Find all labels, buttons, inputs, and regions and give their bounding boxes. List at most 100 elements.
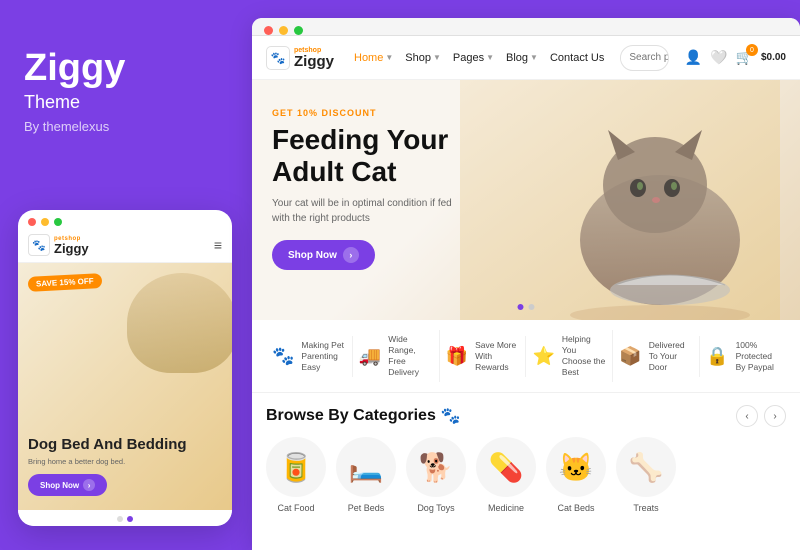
hero-dot-1[interactable] — [518, 304, 524, 310]
mobile-dot-yellow — [41, 218, 49, 226]
paw-icon: 🐾 — [272, 346, 294, 367]
category-label-dog-toys: Dog Toys — [417, 503, 454, 513]
arrow-icon: › — [83, 479, 95, 491]
hero-discount-tag: GET 10% DISCOUNT — [272, 108, 780, 118]
feature-text-6: 100% ProtectedBy Paypal — [736, 340, 780, 373]
brand-subtitle: Theme — [24, 92, 125, 113]
site-logo: 🐾 petshop Ziggy — [266, 46, 334, 70]
site-logo-name: Ziggy — [294, 54, 334, 69]
browse-title: Browse By Categories 🐾 — [266, 406, 461, 426]
nav-contact[interactable]: Contact Us — [550, 52, 604, 64]
category-circle-pet-beds: 🛏️ — [336, 437, 396, 497]
delivery-icon: 🚚 — [359, 346, 381, 367]
left-panel: Ziggy Theme By themelexus 🐾 petshop Zigg… — [0, 0, 248, 550]
category-medicine[interactable]: 💊 Medicine — [476, 437, 536, 513]
star-icon: ⭐ — [532, 346, 554, 367]
hamburger-icon[interactable]: ≡ — [214, 237, 222, 253]
cart-badge: 0 — [746, 44, 758, 56]
feature-best-choice: ⭐ Helping YouChoose the Best — [526, 330, 613, 382]
category-cat-food[interactable]: 🥫 Cat Food — [266, 437, 326, 513]
hero-desc: Your cat will be in optimal condition if… — [272, 196, 472, 226]
hero-shop-now-button[interactable]: Shop Now › — [272, 240, 375, 270]
mobile-logo-icon: 🐾 — [28, 234, 50, 256]
nav-icons: 👤 🤍 🛒 0 $0.00 — [685, 49, 786, 66]
nav-links: Home ▼ Shop ▼ Pages ▼ Blog ▼ Contact Us — [354, 52, 604, 64]
nav-search[interactable]: 🔍 — [620, 45, 668, 71]
category-label-treats: Treats — [633, 503, 658, 513]
browser-dot-green — [294, 26, 303, 35]
category-label-cat-food: Cat Food — [277, 503, 314, 513]
browse-nav: ‹ › — [736, 405, 786, 427]
mobile-hero-sub: Bring home a better dog bed. — [28, 457, 222, 466]
paw-decoration: 🐾 — [441, 406, 461, 426]
dog-image — [127, 273, 232, 373]
category-cat-beds[interactable]: 🐱 Cat Beds — [546, 437, 606, 513]
category-circle-medicine: 💊 — [476, 437, 536, 497]
browser-mockup: 🐾 petshop Ziggy Home ▼ Shop ▼ Pages ▼ Bl… — [252, 18, 800, 550]
site-navbar: 🐾 petshop Ziggy Home ▼ Shop ▼ Pages ▼ Bl… — [252, 36, 800, 80]
feature-paypal: 🔒 100% ProtectedBy Paypal — [700, 336, 786, 377]
hero-section: GET 10% DISCOUNT Feeding Your Adult Cat … — [252, 80, 800, 320]
site-logo-icon: 🐾 — [266, 46, 290, 70]
category-circle-cat-beds: 🐱 — [546, 437, 606, 497]
categories-row: 🥫 Cat Food 🛏️ Pet Beds 🐕 Dog Toys 💊 Medi… — [266, 437, 786, 513]
category-treats[interactable]: 🦴 Treats — [616, 437, 676, 513]
nav-shop[interactable]: Shop ▼ — [405, 52, 441, 64]
nav-pages[interactable]: Pages ▼ — [453, 52, 494, 64]
feature-text-3: Save MoreWith Rewards — [475, 340, 519, 373]
feature-text-1: Making PetParenting Easy — [301, 340, 345, 373]
brand-by: By themelexus — [24, 119, 125, 134]
box-icon: 📦 — [619, 346, 641, 367]
category-label-medicine: Medicine — [488, 503, 524, 513]
nav-home[interactable]: Home ▼ — [354, 52, 393, 64]
category-circle-dog-toys: 🐕 — [406, 437, 466, 497]
feature-text-2: Wide Range,Free Delivery — [388, 334, 432, 378]
hero-title: Feeding Your Adult Cat — [272, 124, 512, 188]
category-label-cat-beds: Cat Beds — [557, 503, 594, 513]
mobile-hero: SAVE 15% OFF Dog Bed And Bedding Bring h… — [18, 263, 232, 510]
category-circle-cat-food: 🥫 — [266, 437, 326, 497]
cart-price: $0.00 — [761, 52, 786, 63]
feature-delivered: 📦 DeliveredTo Your Door — [613, 336, 700, 377]
feature-free-delivery: 🚚 Wide Range,Free Delivery — [353, 330, 440, 382]
browse-next-button[interactable]: › — [764, 405, 786, 427]
hero-dot-2[interactable] — [529, 304, 535, 310]
nav-blog[interactable]: Blog ▼ — [506, 52, 538, 64]
mobile-dot-green — [54, 218, 62, 226]
browse-prev-button[interactable]: ‹ — [736, 405, 758, 427]
feature-rewards: 🎁 Save MoreWith Rewards — [440, 336, 527, 377]
cart-icon[interactable]: 🛒 0 — [736, 49, 753, 66]
feature-bar: 🐾 Making PetParenting Easy 🚚 Wide Range,… — [252, 320, 800, 393]
mobile-header: 🐾 petshop Ziggy ≡ — [18, 230, 232, 263]
browser-dot-red — [264, 26, 273, 35]
arrow-icon: › — [343, 247, 359, 263]
category-label-pet-beds: Pet Beds — [348, 503, 385, 513]
gift-icon: 🎁 — [446, 346, 468, 367]
browse-section: Browse By Categories 🐾 ‹ › 🥫 Cat Food 🛏️… — [252, 393, 800, 550]
browser-dot-yellow — [279, 26, 288, 35]
mobile-dot-nav-2[interactable] — [127, 516, 133, 522]
mobile-shop-now-button[interactable]: Shop Now › — [28, 474, 107, 496]
brand-title: Ziggy — [24, 48, 125, 90]
browse-header: Browse By Categories 🐾 ‹ › — [266, 405, 786, 427]
browser-chrome — [252, 18, 800, 36]
mobile-carousel-dots — [18, 510, 232, 526]
category-dog-toys[interactable]: 🐕 Dog Toys — [406, 437, 466, 513]
hero-content: GET 10% DISCOUNT Feeding Your Adult Cat … — [252, 80, 800, 298]
mobile-hero-title: Dog Bed And Bedding — [28, 436, 222, 454]
category-circle-treats: 🦴 — [616, 437, 676, 497]
lock-icon: 🔒 — [706, 346, 728, 367]
wishlist-icon[interactable]: 🤍 — [710, 49, 727, 66]
user-icon[interactable]: 👤 — [685, 49, 702, 66]
feature-pet-parenting: 🐾 Making PetParenting Easy — [266, 336, 353, 377]
category-pet-beds[interactable]: 🛏️ Pet Beds — [336, 437, 396, 513]
mobile-mockup: 🐾 petshop Ziggy ≡ SAVE 15% OFF Dog Bed A… — [18, 210, 232, 526]
hero-carousel-dots — [518, 304, 535, 310]
search-input[interactable] — [621, 52, 668, 63]
feature-text-5: DeliveredTo Your Door — [649, 340, 693, 373]
mobile-logo-name: Ziggy — [54, 242, 89, 255]
mobile-top-bar — [18, 210, 232, 230]
feature-text-4: Helping YouChoose the Best — [562, 334, 606, 378]
mobile-dot-nav-1[interactable] — [117, 516, 123, 522]
mobile-logo-area: 🐾 petshop Ziggy — [28, 234, 89, 256]
